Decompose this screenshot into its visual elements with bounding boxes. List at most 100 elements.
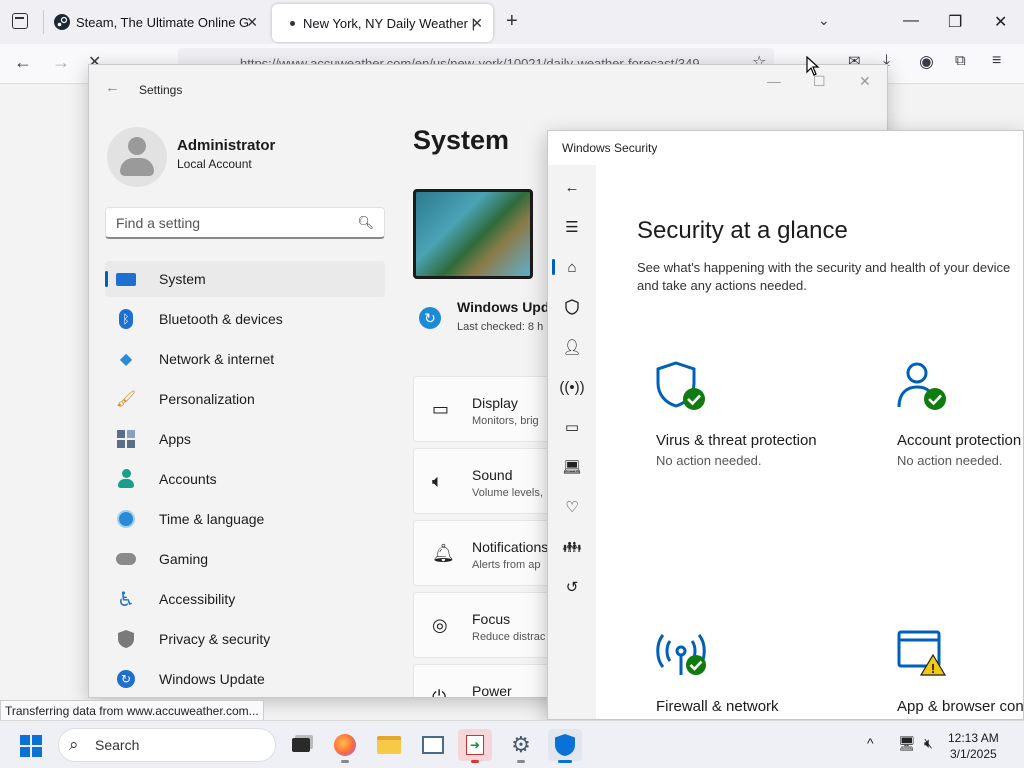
clock-date: 3/1/2025 bbox=[949, 747, 997, 761]
firefox-icon[interactable] bbox=[328, 729, 362, 763]
mouse-cursor-icon bbox=[806, 56, 820, 76]
taskbar-search-label: Search bbox=[95, 737, 140, 753]
nav-item-bluetooth[interactable]: ᛒ Bluetooth & devices bbox=[105, 301, 385, 337]
family-options-icon[interactable]: 👪︎ bbox=[548, 527, 596, 567]
tab-steam[interactable]: Steam, The Ultimate Online Gar ✕ bbox=[44, 0, 268, 44]
nav-item-privacy[interactable]: Privacy & security bbox=[105, 621, 385, 657]
power-icon: ⏻ bbox=[432, 687, 447, 698]
find-setting-placeholder: Find a setting bbox=[116, 215, 201, 231]
forward-icon[interactable]: → bbox=[52, 52, 70, 73]
chevron-up-icon[interactable]: ^ bbox=[867, 735, 874, 751]
nav-item-time-language[interactable]: Time & language bbox=[105, 501, 385, 537]
monitor-icon bbox=[115, 268, 137, 290]
tab-close-icon[interactable]: ✕ bbox=[246, 14, 258, 31]
tile-title[interactable]: Account protection bbox=[897, 432, 1021, 449]
history-icon[interactable]: ↺ bbox=[548, 567, 596, 607]
nav-item-accessibility[interactable]: ♿︎ Accessibility bbox=[105, 581, 385, 617]
bell-icon: 🔔︎ bbox=[432, 543, 455, 563]
avatar[interactable] bbox=[107, 127, 167, 187]
virus-shield-icon[interactable] bbox=[656, 361, 710, 420]
firewall-icon[interactable]: ((•)) bbox=[548, 367, 596, 407]
card-subtitle: Reduce distrac bbox=[472, 631, 546, 643]
find-setting-input[interactable]: Find a setting 🔍︎ bbox=[105, 207, 385, 239]
nav-item-system[interactable]: System bbox=[105, 261, 385, 297]
update-title[interactable]: Windows Upda bbox=[457, 299, 557, 315]
card-title: Power bbox=[472, 683, 512, 698]
network-icon[interactable]: 🖥︎ bbox=[898, 735, 916, 752]
settings-title: Settings bbox=[139, 83, 183, 97]
device-security-icon[interactable]: 💻︎ bbox=[548, 447, 596, 487]
hamburger-menu-icon[interactable]: ☰ bbox=[548, 207, 596, 247]
card-subtitle: Alerts from ap bbox=[472, 559, 541, 571]
list-all-tabs-icon[interactable]: ⌄ bbox=[818, 12, 830, 29]
card-title: Focus bbox=[472, 611, 511, 627]
settings-gear-icon[interactable]: ⚙︎ bbox=[504, 729, 538, 763]
search-icon: 🔍︎ bbox=[357, 215, 374, 230]
card-title: Display bbox=[472, 395, 518, 411]
card-subtitle: Volume levels, bbox=[472, 487, 543, 499]
browser-tab-bar: Steam, The Ultimate Online Gar ✕ New Yor… bbox=[0, 0, 1024, 44]
shield-icon bbox=[115, 628, 137, 650]
device-health-icon[interactable]: ♡ bbox=[548, 487, 596, 527]
account-protection-icon[interactable] bbox=[897, 361, 951, 420]
nav-item-label: Network & internet bbox=[159, 351, 275, 367]
app-browser-icon[interactable]: ! bbox=[897, 629, 951, 688]
account-type: Local Account bbox=[177, 157, 252, 171]
card-subtitle: Monitors, brig bbox=[472, 415, 539, 427]
settings-close-icon[interactable]: ✕ bbox=[859, 73, 871, 90]
svg-text:!: ! bbox=[931, 661, 935, 676]
menu-icon[interactable]: ≡ bbox=[992, 52, 1001, 70]
app-browser-icon[interactable]: ▭ bbox=[548, 407, 596, 447]
tile-title[interactable]: App & browser con bbox=[897, 698, 1023, 715]
minimize-icon[interactable]: — bbox=[903, 12, 919, 30]
nav-item-network[interactable]: ◆ Network & internet bbox=[105, 341, 385, 377]
close-icon[interactable]: ✕ bbox=[994, 12, 1007, 32]
tile-title[interactable]: Virus & threat protection bbox=[656, 432, 817, 449]
firewall-icon[interactable] bbox=[656, 629, 710, 688]
start-button[interactable] bbox=[20, 735, 42, 757]
tile-title[interactable]: Firewall & network bbox=[656, 698, 779, 715]
bluetooth-icon: ᛒ bbox=[115, 308, 137, 330]
tab-accuweather[interactable]: New York, NY Daily Weather | A ✕ bbox=[272, 4, 493, 42]
settings-minimize-icon[interactable]: — bbox=[767, 73, 781, 89]
taskbar: ⌕ Search ➜ ⚙︎ ^ 🖥︎ 🔇︎ 12:13 AM 3/1/2025 bbox=[0, 720, 1024, 768]
update-status-icon: ↻ bbox=[419, 307, 441, 329]
nav-item-label: Personalization bbox=[159, 391, 255, 407]
windows-security-app-icon[interactable] bbox=[548, 729, 582, 763]
app-red-icon[interactable]: ➜ bbox=[458, 729, 492, 763]
security-description: See what's happening with the security a… bbox=[637, 260, 1011, 293]
nav-item-windows-update[interactable]: ↻ Windows Update bbox=[105, 661, 385, 697]
shield-icon[interactable] bbox=[548, 287, 596, 327]
page-title: System bbox=[413, 125, 510, 155]
back-icon[interactable]: ← bbox=[14, 52, 32, 73]
taskbar-search[interactable]: ⌕ Search bbox=[58, 728, 276, 762]
nav-item-personalization[interactable]: 🖌︎ Personalization bbox=[105, 381, 385, 417]
nav-item-gaming[interactable]: Gaming bbox=[105, 541, 385, 577]
display-icon: ▭ bbox=[432, 399, 450, 419]
extensions-icon[interactable]: ⧉ bbox=[955, 52, 966, 69]
nav-item-accounts[interactable]: Accounts bbox=[105, 461, 385, 497]
account-name: Administrator bbox=[177, 137, 276, 154]
wifi-icon: ◆ bbox=[119, 351, 133, 368]
control-panel-icon[interactable] bbox=[416, 729, 450, 761]
restore-icon[interactable]: ❐ bbox=[948, 12, 962, 32]
update-subtitle: Last checked: 8 h bbox=[457, 321, 544, 333]
taskbar-clock[interactable]: 12:13 AM 3/1/2025 bbox=[948, 730, 999, 762]
task-view-icon[interactable] bbox=[284, 729, 318, 761]
file-explorer-icon[interactable] bbox=[372, 729, 406, 761]
settings-back-icon[interactable]: ← bbox=[105, 79, 120, 96]
new-tab-icon[interactable]: + bbox=[506, 10, 518, 33]
volume-muted-icon[interactable]: 🔇︎ bbox=[924, 735, 933, 752]
person-icon bbox=[115, 468, 137, 490]
nav-item-label: Privacy & security bbox=[159, 631, 271, 647]
wallpaper-preview[interactable] bbox=[413, 189, 533, 279]
account-icon[interactable]: ◉ bbox=[919, 52, 934, 72]
back-icon[interactable]: ← bbox=[548, 167, 596, 207]
tab-list-button[interactable] bbox=[12, 13, 28, 29]
tab-close-icon[interactable]: ✕ bbox=[471, 15, 483, 32]
focus-icon: ◎ bbox=[432, 615, 448, 635]
nav-item-apps[interactable]: Apps bbox=[105, 421, 385, 457]
account-icon[interactable]: 👤︎ bbox=[548, 327, 596, 367]
home-icon[interactable]: ⌂ bbox=[548, 247, 596, 287]
nav-item-label: Gaming bbox=[159, 551, 209, 567]
